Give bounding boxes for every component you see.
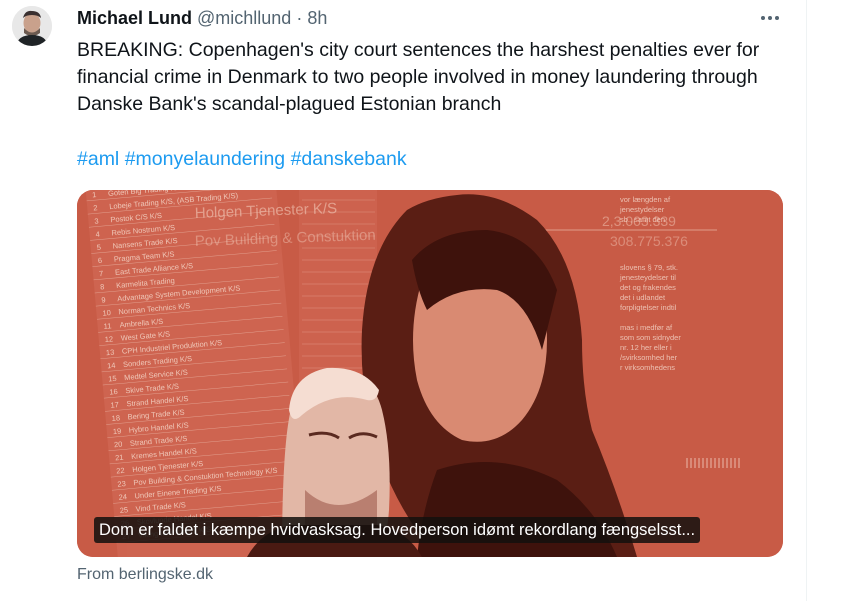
author-display-name[interactable]: Michael Lund [77,8,192,29]
document-list-number: 16 [109,387,118,397]
right-line-4: det i udlandet [620,293,666,302]
tweet-timestamp[interactable]: 8h [307,8,327,29]
right-line-1: slovens § 79, stk. [620,263,678,272]
document-list-number: 12 [104,334,113,344]
right-line-8: nr. 12 her eller i [620,343,672,352]
right-line-10: r virksomhedens [620,363,675,372]
right-top-line-3: sb., samt den [620,215,665,224]
document-list-number: 4 [95,230,100,239]
card-caption: Dom er faldet i kæmpe hvidvasksag. Hoved… [94,517,701,543]
document-list-number: 23 [117,479,126,489]
document-list-number: 24 [118,492,127,502]
document-list-number: 17 [110,400,119,410]
document-list-number: 8 [100,282,105,291]
document-list-number: 7 [99,269,104,278]
document-list-number: 9 [101,295,106,304]
document-list-number: 19 [112,426,121,436]
document-list-number: 21 [115,453,124,463]
document-list-number: 13 [106,348,115,358]
author-handle[interactable]: @michllund [197,8,291,29]
right-line-3: det og frakendes [620,283,676,292]
document-list-number: 15 [108,374,117,384]
document-list-number: 11 [103,321,112,331]
article-image: 1 Goten Big Trading K/S2 Lobeje Trading K/… [77,190,783,557]
document-list-number: 18 [111,413,120,423]
avatar[interactable] [12,6,52,46]
document-list-number: 5 [96,243,101,252]
right-top-line-2: jenestydelser [619,205,665,214]
document-list-number: 22 [116,466,125,476]
right-line-7: som som sidnyder [620,333,681,342]
hashtag-list: #aml #monyelaundering #danskebank [77,146,407,173]
timeline-divider [806,0,807,601]
document-list-number: 20 [114,440,123,450]
separator-dot: · [296,7,303,28]
link-card[interactable]: 1 Goten Big Trading K/S 2 Lobeje Trading K/… [77,190,783,557]
document-list-number: 14 [107,361,116,371]
hashtag-danskebank[interactable]: #danskebank [291,148,407,170]
amount-2: 308.775.376 [610,233,688,249]
more-options-button[interactable] [752,6,788,30]
right-line-2: jenesteydelser til [619,273,676,282]
hashtag-aml[interactable]: #aml [77,148,119,170]
right-line-6: mas i medfør af [620,323,673,332]
hashtag-moneylaundering[interactable]: #monyelaundering [125,148,285,170]
link-source[interactable]: From berlingske.dk [77,566,213,584]
right-line-5: forpligtelser indtil [620,303,677,312]
right-line-9: /svirksomhed her [620,353,678,362]
avatar-photo [12,6,52,46]
document-list-number: 2 [93,203,98,212]
document-list-number: 25 [119,505,128,515]
tweet-header: Michael Lund @michllund · 8h [77,6,327,30]
document-list-number: 6 [98,256,103,265]
tweet-text: BREAKING: Copenhagen's city court senten… [77,39,760,115]
document-list-number: 10 [102,308,111,318]
right-top-line-1: vor længden af [620,195,671,204]
document-list-number: 3 [94,216,99,225]
document-list-number: 1 [92,190,97,199]
more-icon [761,16,779,20]
